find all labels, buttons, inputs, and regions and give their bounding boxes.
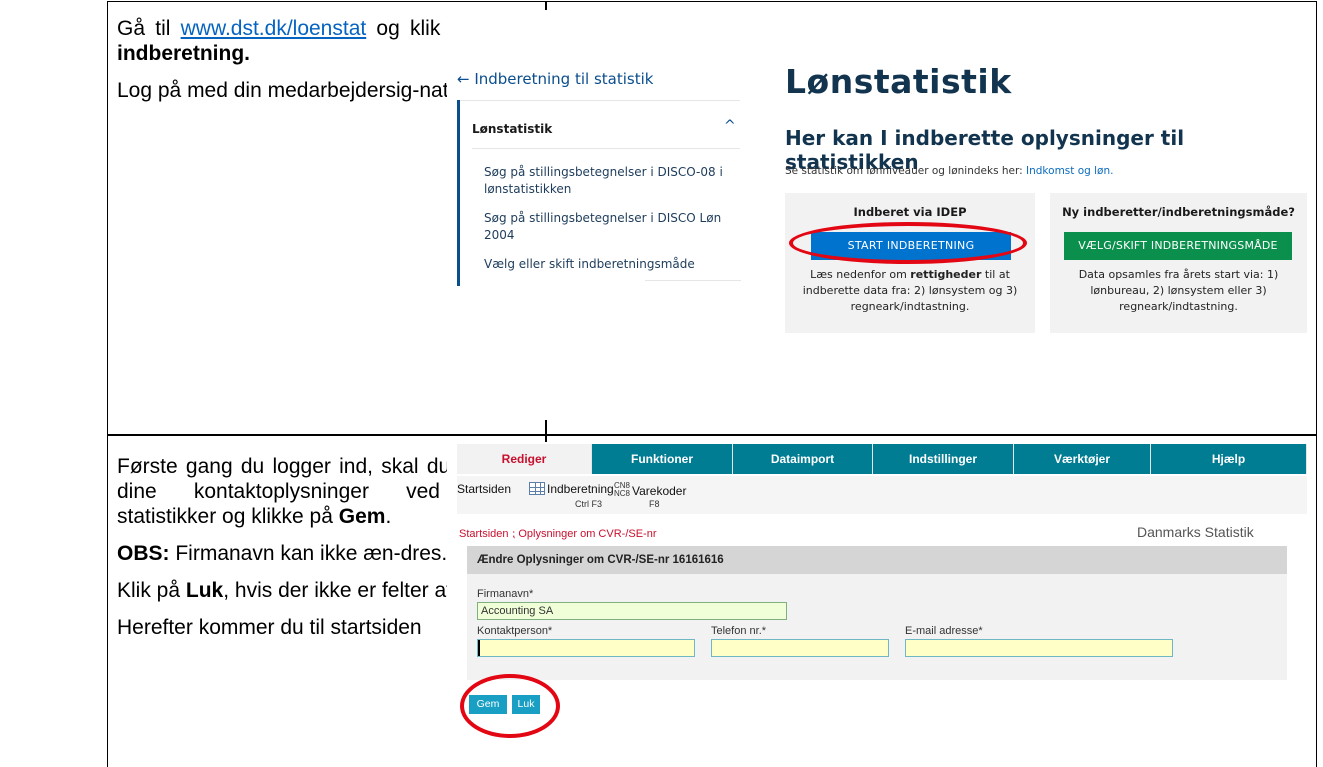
menu-indstillinger[interactable]: Indstillinger xyxy=(873,444,1014,474)
phone-label: Telefon nr.* xyxy=(711,625,767,637)
side-navigation: Lønstatistik ^ Søg på stillingsbetegnels… xyxy=(457,100,741,286)
row-divider xyxy=(108,434,1316,436)
menu-vaerktoejer[interactable]: Værktøjer xyxy=(1014,444,1151,474)
email-input[interactable] xyxy=(905,639,1173,657)
idep-app-screenshot: Rediger Funktioner Dataimport Indstillin… xyxy=(447,442,1307,767)
firm-name-field: Accounting SA xyxy=(477,602,787,620)
email-label: E-mail adresse* xyxy=(905,625,983,637)
idep-box-text: Læs nedenfor om rettigheder til at indbe… xyxy=(802,268,1018,313)
dst-website-screenshot: ← Indberetning til statistik Lønstatisti… xyxy=(447,10,1307,420)
income-link[interactable]: Indkomst og løn. xyxy=(1026,165,1113,177)
form-heading: Ændre Oplysninger om CVR-/SE-nr 16161616 xyxy=(467,546,1287,574)
back-link[interactable]: ← Indberetning til statistik xyxy=(457,70,653,88)
menu-funktioner[interactable]: Funktioner xyxy=(592,444,733,474)
nav-divider xyxy=(460,100,740,101)
cn8-icon: CN8 NC8 xyxy=(613,481,630,498)
new-reporter-box-text: Data opsamles fra årets start via: 1) lø… xyxy=(1078,268,1279,313)
breadcrumb[interactable]: Startsiden ⁏ Oplysninger om CVR-/SE-nr xyxy=(459,527,657,540)
idep-box-title: Indberet via IDEP xyxy=(853,205,967,219)
side-nav-heading[interactable]: Lønstatistik xyxy=(472,122,552,136)
nav-divider xyxy=(645,280,741,281)
menu-rediger[interactable]: Rediger xyxy=(457,444,592,474)
new-reporter-box: Ny indberetter/indberetningsmåde? VÆLG/S… xyxy=(1050,193,1307,333)
statistics-note: Se statistik om lønniveauer og lønindeks… xyxy=(785,165,1114,177)
indberetning-shortcut: Ctrl F3 xyxy=(575,499,602,509)
side-nav-item-disco08[interactable]: Søg på stillingsbetegnelser i DISCO-08 i… xyxy=(484,164,734,198)
toolbar-start[interactable]: Startsiden xyxy=(457,482,511,496)
loenstat-link[interactable]: www.dst.dk/loenstat xyxy=(181,17,367,40)
cvr-form: Ændre Oplysninger om CVR-/SE-nr 16161616… xyxy=(467,546,1287,680)
new-reporter-box-title: Ny indberetter/indberetningsmåde? xyxy=(1062,205,1295,219)
grid-icon xyxy=(529,482,545,495)
side-nav-item-disco2004[interactable]: Søg på stillingsbetegnelser i DISCO Løn … xyxy=(484,210,734,244)
page-title: Lønstatistik xyxy=(785,62,1012,101)
menu-hjaelp[interactable]: Hjælp xyxy=(1151,444,1307,474)
menu-dataimport[interactable]: Dataimport xyxy=(733,444,873,474)
firm-label: Firmanavn* xyxy=(477,588,534,600)
contact-label: Kontaktperson* xyxy=(477,625,553,637)
chevron-up-icon[interactable]: ^ xyxy=(724,118,736,134)
toolbar-varekoder[interactable]: CN8 NC8 Varekoder xyxy=(613,481,687,499)
contact-person-input[interactable] xyxy=(477,639,695,657)
nav-divider xyxy=(472,148,740,149)
varekoder-shortcut: F8 xyxy=(649,499,660,509)
side-nav-item-choose-method[interactable]: Vælg eller skift indberetningsmåde xyxy=(484,256,734,273)
phone-input[interactable] xyxy=(711,639,889,657)
highlight-ring xyxy=(789,222,1027,264)
menu-bar: Rediger Funktioner Dataimport Indstillin… xyxy=(457,444,1307,474)
toolbar: Startsiden Indberetning Ctrl F3 CN8 NC8 V… xyxy=(457,476,1307,514)
organization-name: Danmarks Statistik xyxy=(1137,524,1254,540)
highlight-ring xyxy=(460,674,560,738)
choose-method-button[interactable]: VÆLG/SKIFT INDBERETNINGSMÅDE xyxy=(1064,232,1292,260)
toolbar-indberetning[interactable]: Indberetning xyxy=(529,482,614,496)
